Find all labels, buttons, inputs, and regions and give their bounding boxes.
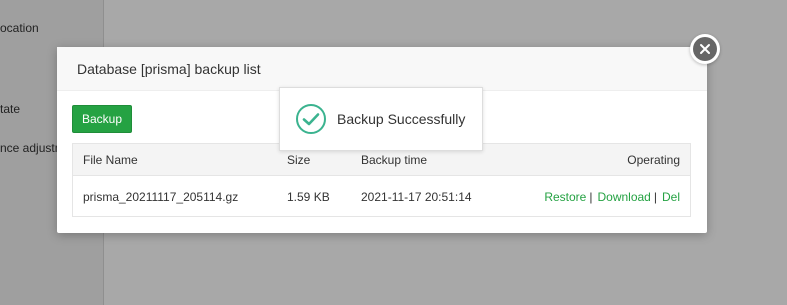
separator: |: [589, 189, 593, 204]
delete-link[interactable]: Del: [662, 190, 680, 204]
table-row: prisma_20211117_205114.gz 1.59 KB 2021-1…: [73, 176, 690, 217]
file-name-cell: prisma_20211117_205114.gz: [83, 189, 239, 204]
modal-title: Database [prisma] backup list: [77, 60, 261, 77]
background-sidebar-label: tate: [0, 102, 21, 116]
column-header-file-name: File Name: [83, 152, 138, 167]
check-circle-icon: [295, 103, 327, 135]
modal-header: Database [prisma] backup list: [57, 47, 707, 91]
modal-close-button[interactable]: [690, 34, 720, 64]
backup-button[interactable]: Backup: [72, 105, 132, 133]
separator: |: [653, 189, 657, 204]
size-cell: 1.59 KB: [287, 189, 330, 204]
backup-table: File Name Size Backup time Operating pri…: [72, 143, 691, 217]
column-header-operating: Operating: [627, 152, 680, 167]
download-link[interactable]: Download: [597, 190, 650, 204]
toast-message: Backup Successfully: [337, 111, 466, 127]
backup-time-cell: 2021-11-17 20:51:14: [361, 189, 472, 204]
background-sidebar-label: ocation: [0, 21, 39, 35]
operating-cell: Restore | Download | Del: [544, 176, 680, 217]
restore-link[interactable]: Restore: [544, 190, 586, 204]
close-icon: [693, 37, 717, 61]
success-toast: Backup Successfully: [279, 87, 483, 151]
background-sidebar-label: nce adjustm: [0, 141, 65, 155]
